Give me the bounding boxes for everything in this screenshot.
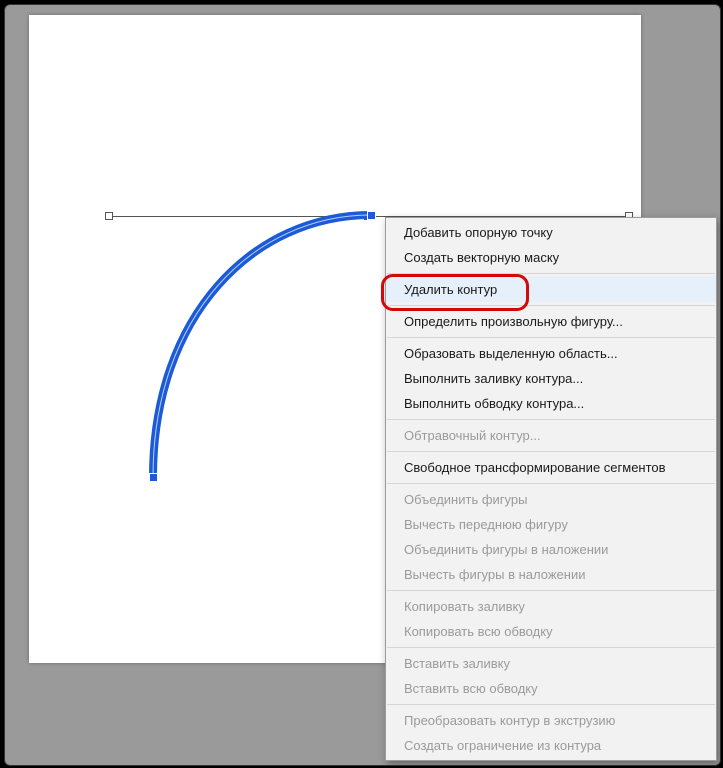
menu-separator: [387, 451, 715, 452]
menu-item-make-vector-mask[interactable]: Создать векторную маску: [386, 245, 716, 270]
menu-item-subtract-front-shape: Вычесть переднюю фигуру: [386, 512, 716, 537]
menu-item-paste-fill: Вставить заливку: [386, 651, 716, 676]
menu-separator: [387, 337, 715, 338]
menu-item-delete-path[interactable]: Удалить контур: [386, 277, 716, 302]
menu-item-copy-fill: Копировать заливку: [386, 594, 716, 619]
anchor-point-end[interactable]: [367, 211, 376, 220]
menu-item-subtract-overlap: Вычесть фигуры в наложении: [386, 562, 716, 587]
menu-separator: [387, 419, 715, 420]
app-frame: Добавить опорную точкуСоздать векторную …: [4, 4, 721, 766]
menu-separator: [387, 590, 715, 591]
menu-item-convert-to-extrusion: Преобразовать контур в экструзию: [386, 708, 716, 733]
menu-item-make-selection[interactable]: Образовать выделенную область...: [386, 341, 716, 366]
menu-item-stroke-path[interactable]: Выполнить обводку контура...: [386, 391, 716, 416]
menu-item-add-anchor[interactable]: Добавить опорную точку: [386, 220, 716, 245]
menu-item-unite-shapes: Объединить фигуры: [386, 487, 716, 512]
menu-separator: [387, 305, 715, 306]
menu-item-copy-all-stroke: Копировать всю обводку: [386, 619, 716, 644]
menu-separator: [387, 647, 715, 648]
menu-item-unite-overlap: Объединить фигуры в наложении: [386, 537, 716, 562]
menu-item-define-custom-shape[interactable]: Определить произвольную фигуру...: [386, 309, 716, 334]
menu-separator: [387, 704, 715, 705]
path-context-menu: Добавить опорную точкуСоздать векторную …: [385, 217, 717, 761]
menu-item-fill-path[interactable]: Выполнить заливку контура...: [386, 366, 716, 391]
menu-item-paste-all-stroke: Вставить всю обводку: [386, 676, 716, 701]
anchor-point-start[interactable]: [149, 473, 158, 482]
menu-item-make-constraint-from-path: Создать ограничение из контура: [386, 733, 716, 758]
menu-separator: [387, 483, 715, 484]
menu-item-free-transform-points[interactable]: Свободное трансформирование сегментов: [386, 455, 716, 480]
menu-item-clipping-path: Обтравочный контур...: [386, 423, 716, 448]
menu-separator: [387, 273, 715, 274]
